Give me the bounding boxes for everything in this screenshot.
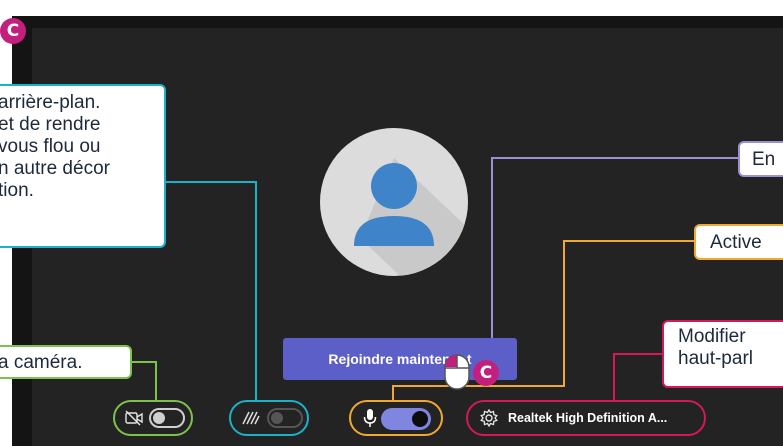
speaker-settings-control[interactable]: Realtek High Definition A... (466, 400, 706, 436)
join-callout: En (738, 141, 783, 177)
background-connector (166, 181, 257, 402)
camera-callout: a caméra. (0, 345, 132, 379)
speaker-connector (613, 353, 662, 402)
callout-line: et de rendre (0, 114, 101, 135)
callout-line: haut-parl (678, 348, 753, 369)
microphone-icon (363, 409, 377, 427)
callout-line: Modifier (678, 326, 746, 347)
settings-icon (480, 409, 498, 427)
background-effects-control (229, 400, 309, 436)
mouse-click-icon (444, 354, 470, 390)
person-icon (354, 158, 468, 276)
background-blur-icon (242, 411, 260, 425)
toggle-knob (412, 411, 428, 427)
background-callout: arrière-plan. et de rendre vous flou ou … (0, 84, 166, 248)
camera-control (113, 400, 193, 436)
microphone-callout: Active (694, 224, 783, 260)
toggle-knob (271, 412, 283, 424)
background-effects-toggle[interactable] (267, 408, 303, 428)
microphone-control (349, 400, 443, 436)
speaker-device-label: Realtek High Definition A... (508, 411, 668, 425)
camera-connector (132, 361, 157, 402)
toggle-knob (153, 412, 165, 424)
callout-line: n autre décor (0, 158, 110, 179)
microphone-toggle[interactable] (381, 408, 431, 430)
camera-off-icon (125, 410, 143, 426)
callout-line: arrière-plan. (0, 92, 101, 113)
profile-avatar (320, 128, 468, 276)
camera-toggle[interactable] (149, 408, 185, 428)
callout-line: vous flou ou (0, 136, 101, 157)
step-badge: C (473, 360, 499, 386)
speaker-callout: Modifier haut-parl (662, 320, 783, 388)
callout-line: tion. (0, 180, 34, 201)
